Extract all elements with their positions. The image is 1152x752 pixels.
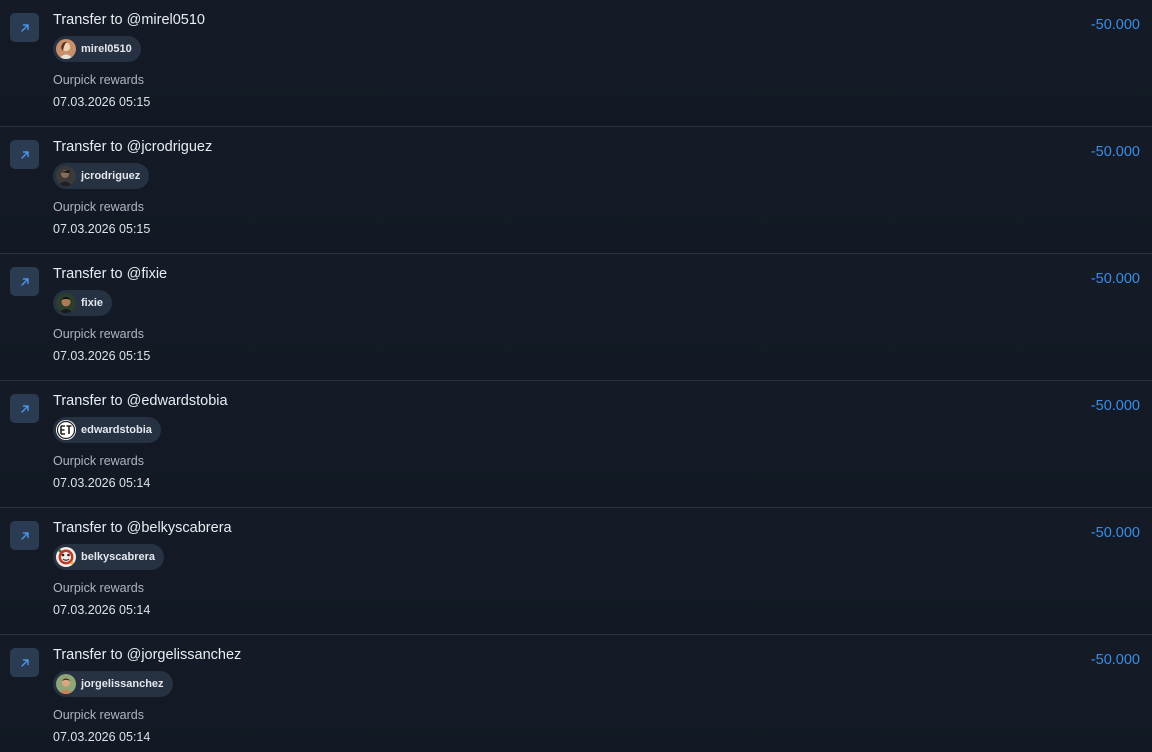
transaction-row[interactable]: Transfer to @jcrodriguez jcrodriguez Our… <box>0 127 1152 254</box>
transaction-amount: -50.000 <box>1090 398 1140 414</box>
user-chip[interactable]: jorgelissanchez <box>53 671 173 697</box>
arrow-up-right-icon <box>10 394 39 423</box>
transaction-timestamp: 07.03.2026 05:15 <box>53 222 151 236</box>
transaction-timestamp: 07.03.2026 05:14 <box>53 476 151 490</box>
transaction-row[interactable]: Transfer to @mirel0510 mirel0510 Ourpick… <box>0 0 1152 127</box>
transaction-category: Ourpick rewards <box>53 708 144 722</box>
transaction-title: Transfer to @fixie <box>53 266 168 282</box>
avatar <box>56 674 76 694</box>
transaction-amount: -50.000 <box>1090 525 1140 541</box>
transaction-row[interactable]: Transfer to @belkyscabrera belkyscabrera… <box>0 508 1152 635</box>
chip-username: belkyscabrera <box>81 551 155 563</box>
transaction-amount: -50.000 <box>1090 144 1140 160</box>
transaction-list: Transfer to @mirel0510 mirel0510 Ourpick… <box>0 0 1152 752</box>
transaction-timestamp: 07.03.2026 05:15 <box>53 349 151 363</box>
transaction-row[interactable]: Transfer to @jorgelissanchez jorgelissan… <box>0 635 1152 752</box>
transaction-title: Transfer to @belkyscabrera <box>53 520 232 536</box>
user-chip[interactable]: belkyscabrera <box>53 544 164 570</box>
transaction-category: Ourpick rewards <box>53 454 144 468</box>
user-chip[interactable]: jcrodriguez <box>53 163 150 189</box>
transaction-timestamp: 07.03.2026 05:15 <box>53 95 151 109</box>
arrow-up-right-icon <box>10 648 39 677</box>
transaction-amount: -50.000 <box>1090 271 1140 287</box>
transaction-row[interactable]: Transfer to @fixie fixie Ourpick rewards… <box>0 254 1152 381</box>
chip-username: fixie <box>81 297 104 309</box>
arrow-up-right-icon <box>10 13 39 42</box>
transaction-title: Transfer to @edwardstobia <box>53 393 228 409</box>
arrow-up-right-icon <box>10 140 39 169</box>
chip-username: jcrodriguez <box>81 170 141 182</box>
chip-username: mirel0510 <box>81 43 132 55</box>
transaction-timestamp: 07.03.2026 05:14 <box>53 603 151 617</box>
avatar <box>56 39 76 59</box>
transaction-category: Ourpick rewards <box>53 581 144 595</box>
avatar <box>56 420 76 440</box>
transaction-amount: -50.000 <box>1090 17 1140 33</box>
user-chip[interactable]: edwardstobia <box>53 417 161 443</box>
chip-username: jorgelissanchez <box>81 678 164 690</box>
transaction-title: Transfer to @jcrodriguez <box>53 139 213 155</box>
transaction-title: Transfer to @jorgelissanchez <box>53 647 242 663</box>
chip-username: edwardstobia <box>81 424 152 436</box>
avatar <box>56 547 76 567</box>
transaction-category: Ourpick rewards <box>53 73 144 87</box>
transaction-title: Transfer to @mirel0510 <box>53 12 205 28</box>
user-chip[interactable]: fixie <box>53 290 113 316</box>
avatar <box>56 293 76 313</box>
transaction-category: Ourpick rewards <box>53 200 144 214</box>
user-chip[interactable]: mirel0510 <box>53 36 141 62</box>
arrow-up-right-icon <box>10 267 39 296</box>
transaction-amount: -50.000 <box>1090 652 1140 668</box>
arrow-up-right-icon <box>10 521 39 550</box>
avatar <box>56 166 76 186</box>
transaction-row[interactable]: Transfer to @edwardstobia edwardstobia O… <box>0 381 1152 508</box>
transaction-category: Ourpick rewards <box>53 327 144 341</box>
transaction-timestamp: 07.03.2026 05:14 <box>53 730 151 744</box>
